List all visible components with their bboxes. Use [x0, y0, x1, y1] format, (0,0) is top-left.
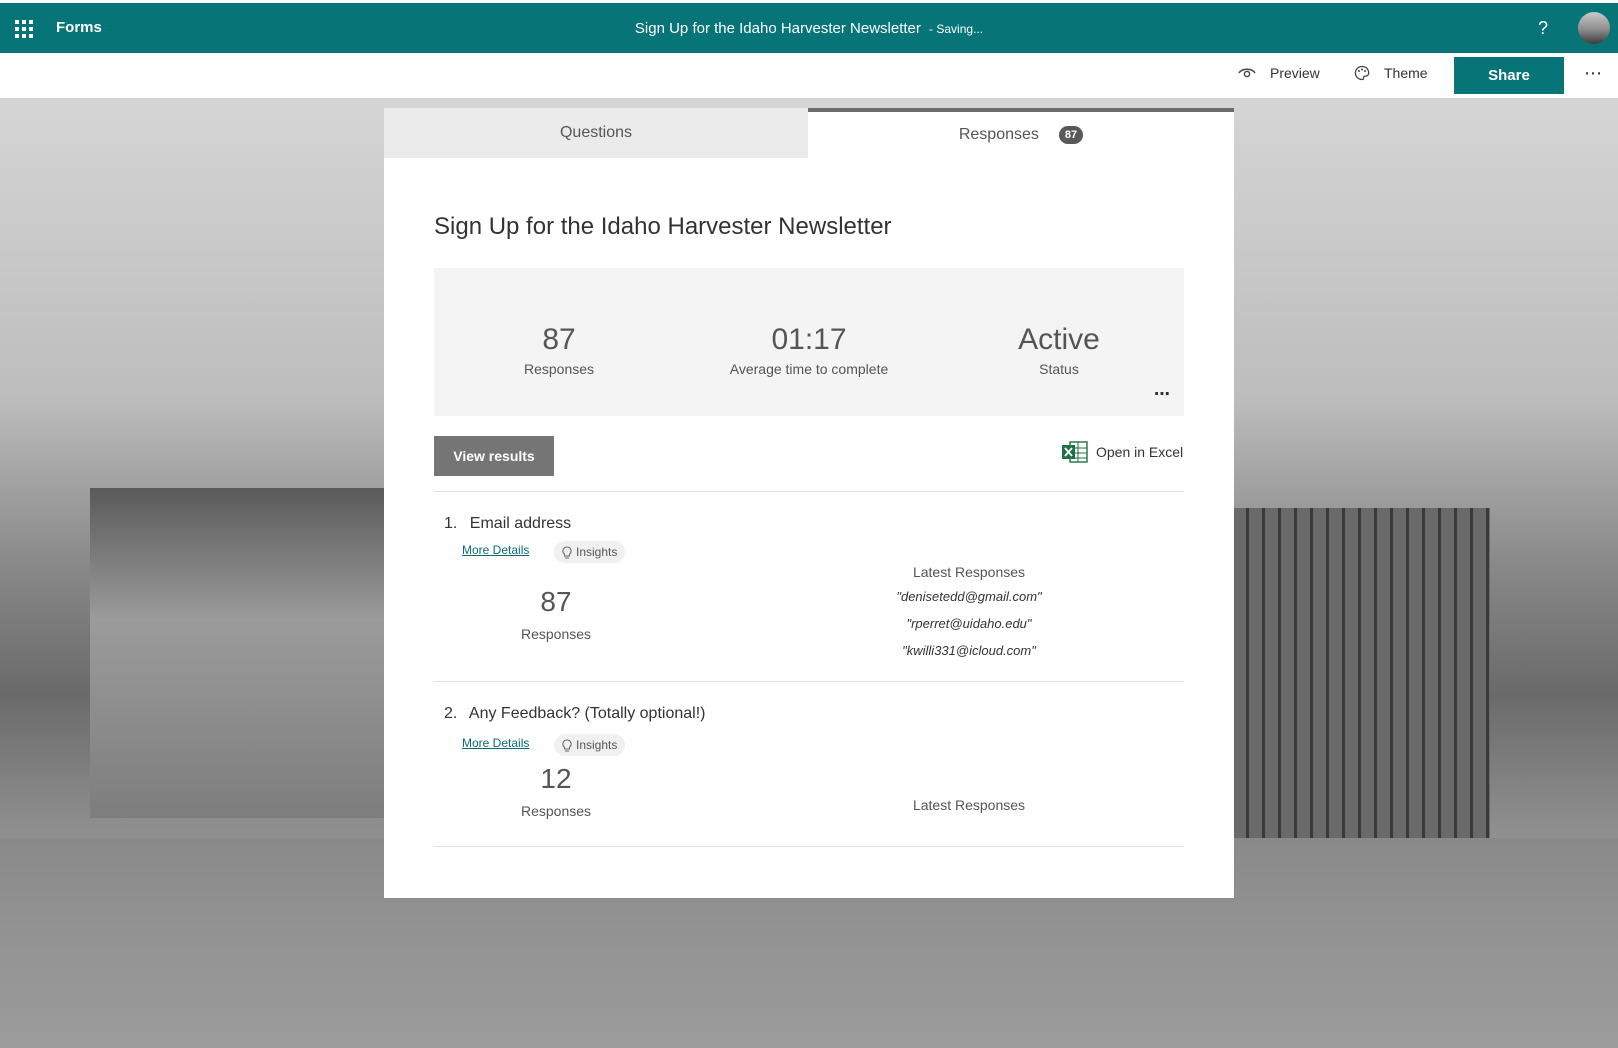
palette-icon [1354, 65, 1370, 81]
question-1-latest-responses-header: Latest Responses [912, 564, 1026, 580]
form-title: Sign Up for the Idaho Harvester Newslett… [434, 213, 892, 240]
divider [434, 491, 1184, 492]
app-header: Forms Sign Up for the Idaho Harvester Ne… [0, 3, 1618, 53]
theme-button[interactable]: Theme [1354, 65, 1428, 81]
stat-responses-label: Responses [523, 361, 595, 377]
latest-response-item: "rperret@uidaho.edu" [906, 616, 1032, 631]
eye-icon [1238, 68, 1256, 78]
command-bar: Preview Theme Share ⋯ [0, 53, 1618, 98]
question-1-response-label: Responses [520, 626, 592, 642]
share-button[interactable]: Share [1454, 57, 1564, 94]
latest-response-item: "kwilli331@icloud.com" [902, 643, 1036, 658]
view-results-button[interactable]: View results [434, 436, 554, 476]
stat-status-value: Active [1018, 323, 1100, 356]
saving-status: - Saving... [929, 22, 984, 36]
question-2-response-label: Responses [520, 803, 592, 819]
tab-responses-label: Responses [958, 126, 1039, 143]
open-in-excel-label: Open in Excel [1096, 444, 1184, 460]
stat-responses: 87 Responses [434, 323, 684, 377]
preview-label: Preview [1270, 65, 1320, 81]
question-1-insights-label: Insights [576, 545, 618, 559]
summary-more-icon[interactable]: ⋯ [1154, 384, 1171, 404]
document-title: Sign Up for the Idaho Harvester Newslett… [0, 20, 1618, 37]
stat-average-time-label: Average time to complete [729, 361, 889, 377]
question-2-insights-label: Insights [576, 738, 618, 752]
question-2-number: 2. [444, 705, 458, 722]
excel-icon [1062, 441, 1088, 463]
responses-card: Questions Responses 87 Sign Up for the I… [384, 108, 1234, 898]
tab-responses[interactable]: Responses 87 [808, 108, 1234, 158]
stat-status: Active Status [934, 323, 1184, 377]
help-icon[interactable]: ? [1538, 18, 1548, 39]
responses-count-badge: 87 [1058, 126, 1084, 144]
lightbulb-icon [562, 738, 572, 751]
latest-response-item: "denisetedd@gmail.com" [896, 589, 1042, 604]
question-2-insights-button[interactable]: Insights [554, 734, 626, 756]
background-building-left [90, 488, 390, 818]
stat-responses-value: 87 [542, 323, 576, 356]
question-1-more-details-link[interactable]: More Details [462, 543, 529, 557]
avatar[interactable] [1578, 12, 1610, 44]
preview-button[interactable]: Preview [1238, 65, 1320, 81]
question-2-more-details-link[interactable]: More Details [462, 736, 529, 750]
question-1-insights-button[interactable]: Insights [554, 541, 626, 563]
open-in-excel-button[interactable]: Open in Excel [1062, 441, 1183, 463]
summary-panel: 87 Responses 01:17 Average time to compl… [434, 268, 1184, 416]
question-2-title: 2. Any Feedback? (Totally optional!) [444, 705, 705, 723]
tab-questions[interactable]: Questions [384, 108, 808, 158]
question-1-text: Email address [469, 515, 572, 532]
question-1-title: 1. Email address [444, 515, 571, 533]
question-1-number: 1. [444, 515, 458, 532]
theme-label: Theme [1384, 65, 1428, 81]
stat-status-label: Status [1039, 361, 1079, 377]
question-2-response-count: 12 [540, 763, 572, 794]
stat-average-time-value: 01:17 [771, 323, 847, 356]
divider [434, 846, 1184, 847]
tab-questions-label: Questions [559, 124, 633, 141]
divider [434, 681, 1184, 682]
stat-average-time: 01:17 Average time to complete [684, 323, 934, 377]
document-title-text: Sign Up for the Idaho Harvester Newslett… [634, 20, 921, 37]
more-options-icon[interactable]: ⋯ [1584, 63, 1603, 84]
lightbulb-icon [562, 545, 572, 558]
question-1-response-count: 87 [540, 586, 572, 617]
question-2-text: Any Feedback? (Totally optional!) [468, 705, 706, 722]
question-2-latest-responses-header: Latest Responses [912, 797, 1026, 813]
